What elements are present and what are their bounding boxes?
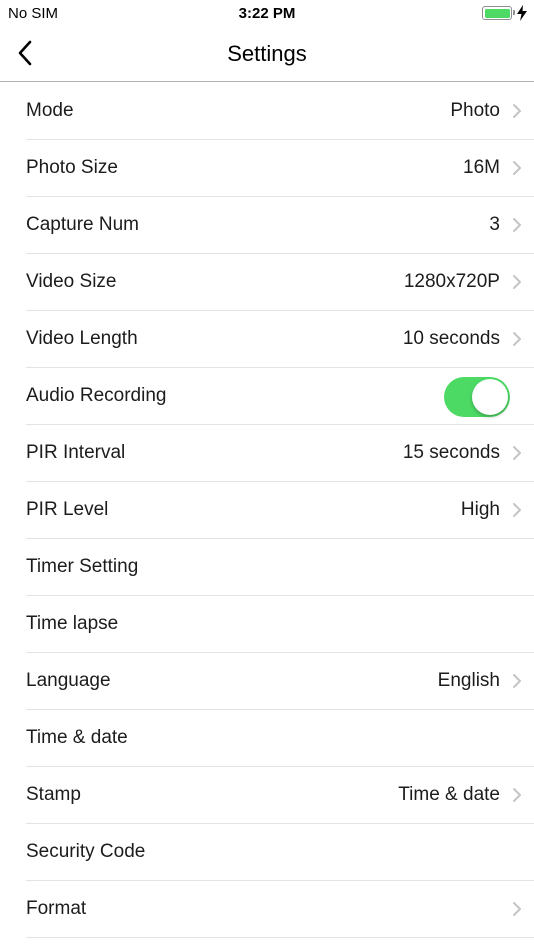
setting-row-audio-recording[interactable]: Audio Recording (0, 368, 534, 425)
setting-row-pir-level[interactable]: PIR Level High (0, 482, 534, 539)
setting-row-capture-num[interactable]: Capture Num 3 (0, 197, 534, 254)
setting-row-format[interactable]: Format (0, 881, 534, 938)
chevron-right-icon (513, 674, 521, 688)
setting-label: Language (26, 670, 111, 691)
setting-value: 10 seconds (402, 328, 500, 349)
setting-row-time-lapse[interactable]: Time lapse (0, 596, 534, 653)
setting-row-mode[interactable]: Mode Photo (0, 83, 534, 140)
chevron-right-icon (513, 275, 521, 289)
chevron-right-icon (513, 503, 521, 517)
chevron-right-icon (513, 161, 521, 175)
battery-icon (482, 6, 515, 20)
setting-row-video-length[interactable]: Video Length 10 seconds (0, 311, 534, 368)
setting-label: Video Size (26, 271, 117, 292)
chevron-right-icon (513, 218, 521, 232)
page-title: Settings (227, 41, 307, 66)
setting-label: Stamp (26, 784, 81, 805)
battery-level-fill (484, 8, 510, 18)
charging-bolt-icon (517, 5, 527, 21)
setting-value: 16M (463, 157, 500, 178)
chevron-right-icon (513, 446, 521, 460)
setting-value: Photo (450, 100, 500, 121)
audio-recording-toggle[interactable] (444, 377, 510, 417)
navigation-bar: Settings (0, 28, 534, 82)
chevron-right-icon (513, 332, 521, 346)
setting-label: Photo Size (26, 157, 118, 178)
setting-label: Timer Setting (26, 556, 139, 577)
settings-list: Mode Photo Photo Size 16M Capture Num 3 Video … (0, 83, 534, 938)
battery-cap (513, 10, 515, 15)
setting-value: English (437, 670, 500, 691)
toggle-knob (472, 379, 508, 415)
setting-row-security-code[interactable]: Security Code (0, 824, 534, 881)
chevron-right-icon (513, 104, 521, 118)
setting-value: Time & date (398, 784, 500, 805)
status-time: 3:22 PM (238, 5, 296, 22)
setting-label: Capture Num (26, 214, 139, 235)
setting-label: Video Length (26, 328, 138, 349)
setting-label: Audio Recording (26, 385, 167, 406)
chevron-right-icon (513, 902, 521, 916)
setting-value: High (460, 499, 500, 520)
setting-label: PIR Interval (26, 442, 126, 463)
setting-label: Format (26, 898, 87, 919)
setting-label: Time lapse (26, 613, 119, 634)
setting-value: 15 seconds (402, 442, 500, 463)
setting-label: PIR Level (26, 499, 109, 520)
setting-row-pir-interval[interactable]: PIR Interval 15 seconds (0, 425, 534, 482)
chevron-right-icon (513, 788, 521, 802)
setting-value: 1280x720P (403, 271, 500, 292)
setting-label: Mode (26, 100, 74, 121)
setting-row-stamp[interactable]: Stamp Time & date (0, 767, 534, 824)
setting-row-video-size[interactable]: Video Size 1280x720P (0, 254, 534, 311)
setting-label: Time & date (26, 727, 128, 748)
setting-label: Security Code (26, 841, 146, 862)
setting-row-photo-size[interactable]: Photo Size 16M (0, 140, 534, 197)
setting-row-language[interactable]: Language English (0, 653, 534, 710)
setting-row-time-and-date[interactable]: Time & date (0, 710, 534, 767)
setting-value: 3 (489, 214, 500, 235)
setting-row-timer-setting[interactable]: Timer Setting (0, 539, 534, 596)
status-bar: No SIM 3:22 PM (0, 0, 534, 28)
